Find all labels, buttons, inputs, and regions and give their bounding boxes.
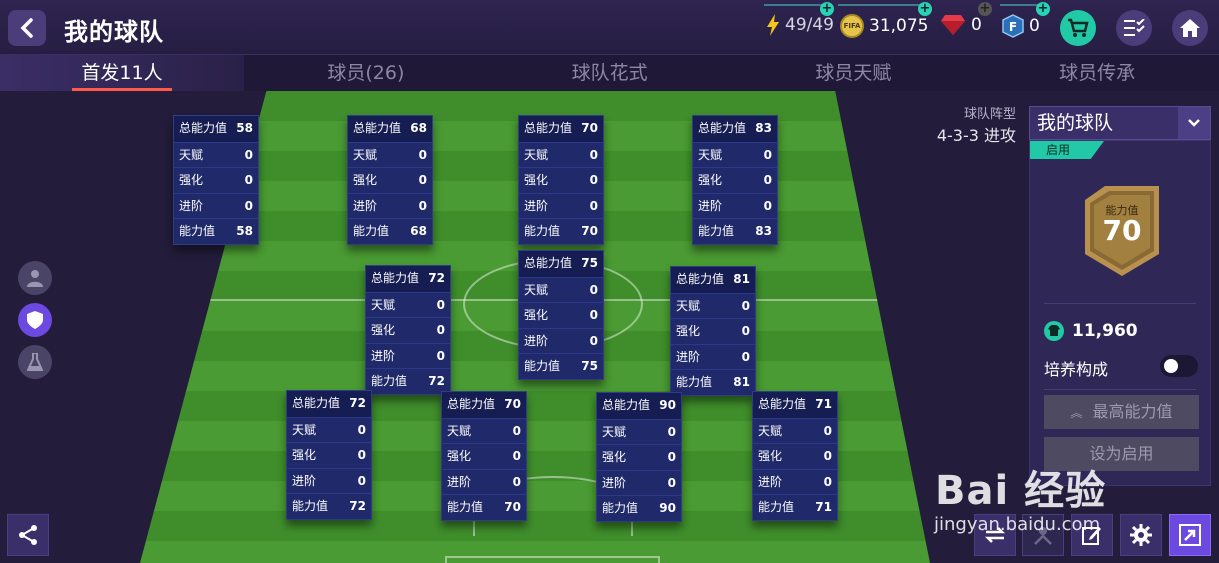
energy-bar-line <box>764 4 826 6</box>
checklist-icon <box>1124 19 1145 36</box>
player-card-11[interactable]: 总能力值 71 天赋 0 强化 0 进阶 0 能力值 71 <box>752 391 838 521</box>
tab-player-talent[interactable]: 球员天赋 <box>732 55 976 91</box>
gems-value: 0 <box>971 15 982 35</box>
active-tag: 启用 <box>1030 141 1104 159</box>
shield-icon <box>27 311 43 329</box>
home-icon <box>1180 19 1200 37</box>
max-ability-button[interactable]: ︽ 最高能力值 <box>1044 395 1199 429</box>
player-card-2[interactable]: 总能力值 68 天赋 0 强化 0 进阶 0 能力值 68 <box>347 115 433 245</box>
settings-button[interactable] <box>1120 514 1162 556</box>
player-card-4[interactable]: 总能力值 83 天赋 0 强化 0 进阶 0 能力值 83 <box>692 115 778 245</box>
team-coins-value: 11,960 <box>1072 321 1138 341</box>
tab-player-legacy[interactable]: 球员传承 <box>975 55 1219 91</box>
add-coins-button[interactable]: + <box>918 2 932 16</box>
watermark-logo: Bai 经验 <box>935 468 1107 514</box>
panel-divider-2 <box>1044 389 1196 390</box>
badge-value: 70 <box>1102 214 1142 247</box>
team-info-panel: 启用 能力值 70 11,960 培养构成 ︽ 最高能力值 设为启用 <box>1029 140 1211 486</box>
gems-display: 0 + <box>940 2 992 36</box>
tab-bar: 首发11人 球员(26) 球队花式 球员天赋 球员传承 <box>0 55 1219 91</box>
player-card-10[interactable]: 总能力值 90 天赋 0 强化 0 进阶 0 能力值 90 <box>596 392 682 522</box>
coin-bar-line <box>838 4 924 6</box>
coins-value: 31,075 <box>869 16 929 36</box>
fullscreen-button[interactable] <box>1169 514 1211 556</box>
tab-team-skills[interactable]: 球队花式 <box>488 55 732 91</box>
team-select-dropdown[interactable]: 我的球队 <box>1029 106 1211 140</box>
training-label: 培养构成 <box>1044 360 1109 379</box>
team-rating-badge: 能力值 70 <box>1085 186 1159 276</box>
training-toggle[interactable] <box>1160 355 1198 377</box>
person-icon <box>27 270 43 287</box>
add-energy-button[interactable]: + <box>820 2 834 16</box>
formation-label: 球队阵型 <box>963 107 1016 122</box>
gem-icon <box>941 15 965 35</box>
energy-value: 49/49 <box>785 15 834 35</box>
player-card-6[interactable]: 总能力值 75 天赋 0 强化 0 进阶 0 能力值 75 <box>518 250 604 380</box>
share-button[interactable] <box>7 514 49 556</box>
jersey-icon <box>1044 321 1064 341</box>
share-icon <box>19 525 37 545</box>
chevron-left-icon <box>20 18 33 38</box>
flask-icon <box>27 353 43 371</box>
coin-icon: FIFA <box>840 14 864 38</box>
fc-points-display: F 0 + <box>1002 2 1050 38</box>
lightning-icon <box>767 14 779 36</box>
fc-points-value: 0 <box>1029 16 1040 36</box>
player-card-8[interactable]: 总能力值 72 天赋 0 强化 0 进阶 0 能力值 72 <box>286 390 372 520</box>
formation-value[interactable]: 4-3-3 进攻 <box>920 122 1016 146</box>
task-list-button[interactable] <box>1116 10 1152 46</box>
add-fc-points-button[interactable]: + <box>1036 2 1050 16</box>
player-card-9[interactable]: 总能力值 70 天赋 0 强化 0 进阶 0 能力值 70 <box>441 391 527 521</box>
shop-button[interactable] <box>1060 10 1096 46</box>
cart-icon <box>1068 18 1089 37</box>
player-card-1[interactable]: 总能力值 58 天赋 0 强化 0 进阶 0 能力值 58 <box>173 115 259 245</box>
player-card-5[interactable]: 总能力值 72 天赋 0 强化 0 进阶 0 能力值 72 <box>365 265 451 395</box>
chevron-up-icon: ︽ <box>1070 406 1083 420</box>
energy-display: 49/49 + <box>766 2 834 36</box>
back-button[interactable] <box>8 10 46 46</box>
home-button[interactable] <box>1172 10 1208 46</box>
stats-view-toggle[interactable] <box>18 303 52 337</box>
expand-icon <box>1179 524 1201 546</box>
tab-players[interactable]: 球员(26) <box>244 55 488 91</box>
top-bar: 我的球队 49/49 + FIFA 31,075 + 0 + F 0 + <box>0 0 1219 55</box>
player-view-toggle[interactable] <box>18 261 52 295</box>
watermark-url: jingyan.baidu.com <box>934 514 1101 535</box>
chemistry-view-toggle[interactable] <box>18 345 52 379</box>
gear-icon <box>1130 524 1152 546</box>
team-select-value: 我的球队 <box>1037 112 1114 134</box>
fc-points-icon: F <box>1002 14 1024 38</box>
player-card-3[interactable]: 总能力值 70 天赋 0 强化 0 进阶 0 能力值 70 <box>518 115 604 245</box>
coins-display: FIFA 31,075 + <box>840 2 932 38</box>
svg-text:F: F <box>1009 20 1017 34</box>
page-title: 我的球队 <box>64 18 164 46</box>
team-coins-row: 11,960 <box>1044 321 1138 341</box>
panel-divider <box>1044 303 1196 304</box>
player-card-7[interactable]: 总能力值 81 天赋 0 强化 0 进阶 0 能力值 81 <box>670 266 756 396</box>
chevron-down-icon <box>1178 107 1210 139</box>
tab-starting-eleven[interactable]: 首发11人 <box>0 55 244 91</box>
add-gems-button[interactable]: + <box>978 2 992 16</box>
penalty-box <box>445 556 660 563</box>
